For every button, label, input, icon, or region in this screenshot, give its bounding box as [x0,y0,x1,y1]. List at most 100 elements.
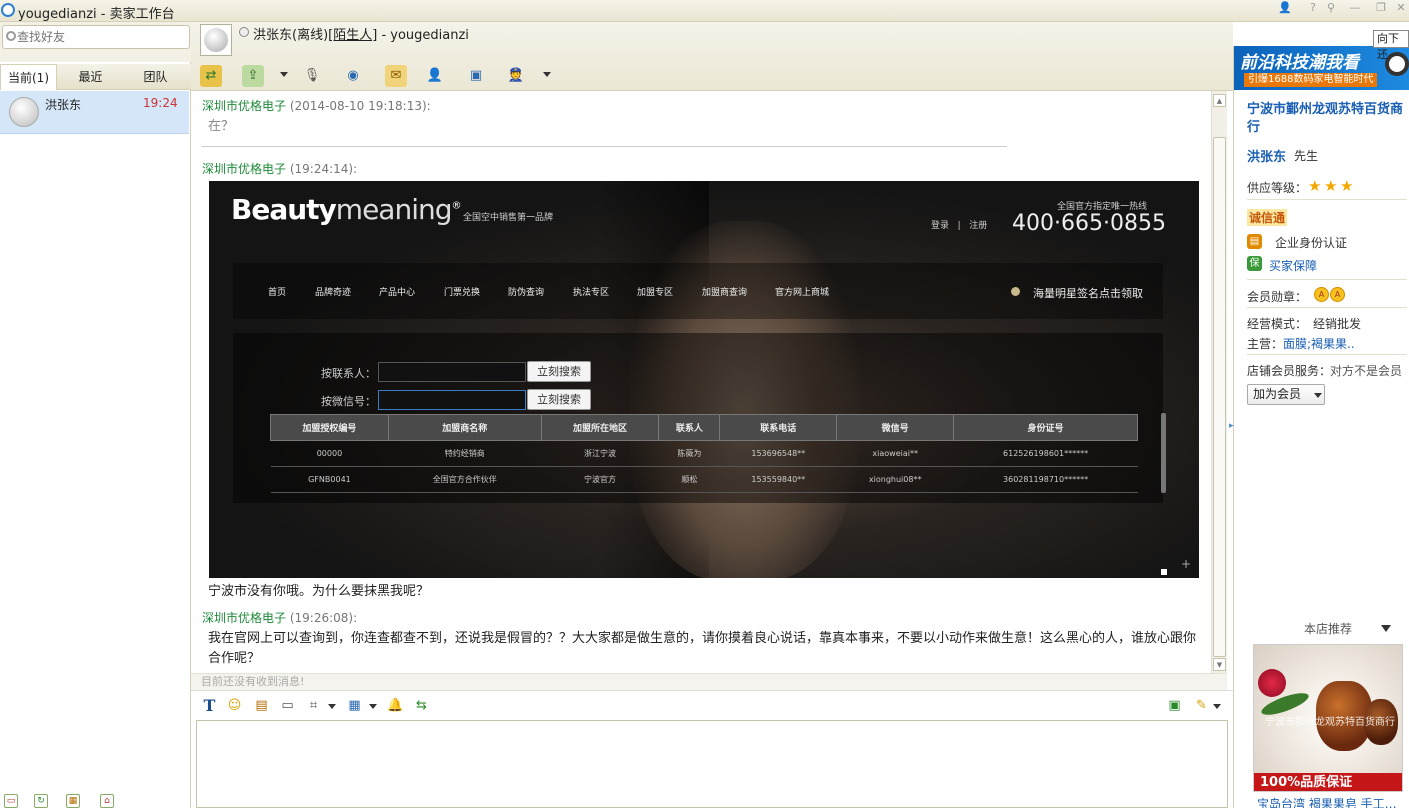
image-table-row: 00000 特约经销商 浙江宁波 陈薇为 153696548** xiaowei… [270,440,1138,467]
file-icon[interactable]: ⇪ [242,65,264,87]
search-icon [6,31,16,41]
service-icon[interactable]: 👮 [505,65,527,87]
scrollbar-thumb[interactable] [1213,137,1226,657]
refresh-icon[interactable]: ↻ [34,794,48,808]
more-menu-caret-icon[interactable] [543,72,551,77]
message-header: 深圳市优格电子 (19:24:14): [202,160,357,177]
user-icon[interactable]: 👤 [1274,0,1296,18]
image-table-cell: 00000 [270,440,389,467]
scroll-down-icon[interactable]: ▼ [1213,658,1226,671]
emoji-icon[interactable]: ☺ [226,697,243,714]
image-corner [1161,569,1167,575]
image-contact-input [378,362,526,382]
image-nav-item: 防伪查询 [508,288,545,298]
calendar-icon[interactable]: ▦ [346,697,363,714]
star-icon: ★ [1308,177,1322,195]
avatar[interactable] [200,24,232,56]
avatar [9,97,39,127]
chevron-down-icon[interactable] [1381,625,1391,632]
screenshot-caret-icon[interactable] [328,704,336,709]
enterprise-auth-text[interactable]: 企业身份认证 [1275,234,1347,251]
scroll-up-icon[interactable]: ▲ [1213,94,1226,107]
buyer-protect-link[interactable]: 买家保障 [1269,257,1317,274]
tab-current[interactable]: 当前(1) [0,64,57,90]
medal-icon[interactable]: A [1314,287,1329,302]
screenshot-icon[interactable]: ⌗ [305,697,322,714]
contact-time: 19:24 [143,96,178,110]
divider [1247,199,1407,200]
buyer-protect-icon: 保 [1247,256,1262,271]
message-sender[interactable]: 深圳市优格电子 [202,611,286,625]
zoom-in-icon[interactable]: + [1181,557,1191,571]
image-promo: 海量明星签名点击领取 [1033,287,1143,300]
recommend-product-image[interactable]: 宁波市鄞州龙观苏特百货商行 100%品质保证 [1253,644,1403,792]
image-table-col: 联系人 [658,414,721,441]
image-watermark: 宁波市鄞州龙观苏特百货商行 [1265,717,1395,728]
image-table-col: 身份证号 [953,414,1138,441]
file-menu-caret-icon[interactable] [280,72,288,77]
search-box[interactable] [2,25,190,49]
shop-icon[interactable]: ⌂ [100,794,114,808]
message-image[interactable]: Beautymeaning® 全国空中销售第一品牌 全国官方指定唯一热线 登录 … [209,181,1199,578]
message-sender[interactable]: 深圳市优格电子 [202,99,286,113]
medal-icon[interactable]: A [1330,287,1345,302]
mail-icon[interactable]: ✉ [385,65,407,87]
tab-team[interactable]: 团队 [127,64,184,90]
chevron-down-icon [1314,393,1322,398]
pin-icon[interactable]: ⚲ [1320,0,1342,18]
tab-recent[interactable]: 最近 [62,64,119,90]
tool-icon[interactable]: ▭ [4,794,18,808]
message-input[interactable] [197,721,1227,807]
message-list[interactable]: 深圳市优格电子 (2014-08-10 19:18:13): 在？ 深圳市优格电… [191,91,1211,674]
join-member-button[interactable]: 加为会员 [1247,384,1325,405]
person-name-link[interactable]: 洪张东 [1247,146,1286,165]
image-promo-dot-icon [1011,287,1020,296]
peer-tag[interactable]: [陌生人] [328,28,377,43]
divider [1247,354,1407,355]
swap-icon[interactable]: ⇆ [413,697,430,714]
recommend-product-link[interactable]: 宝岛台湾 褐果果皂 手工… [1257,795,1407,808]
supply-level-label: 供应等级： [1247,181,1308,195]
add-contact-icon[interactable]: 👤 [424,65,446,87]
image-login-links: 登录 | 注册 [931,218,987,231]
settings-caret-icon[interactable] [1213,704,1221,709]
picture-icon[interactable]: ▤ [253,697,270,714]
image-table-cell: 陈薇为 [658,440,720,467]
image-table-col: 加盟授权编号 [270,414,389,441]
message-sender[interactable]: 深圳市优格电子 [202,162,286,176]
font-icon[interactable]: T [201,697,218,714]
minimize-icon[interactable]: — [1344,0,1366,18]
image-wechat-label: 按微信号： [321,395,376,408]
collapse-icon[interactable]: ▸ [1229,421,1234,431]
history-icon[interactable]: ▣ [1166,697,1183,714]
image-table-cell: 153696548** [719,440,837,467]
offline-status-icon [239,27,249,37]
message-time: (2014-08-10 19:18:13): [289,99,431,113]
search-input[interactable] [17,29,177,45]
image-nav-item: 加盟专区 [637,288,674,298]
shop-name-link[interactable]: 宁波市鄞州龙观苏特百货商行 [1247,101,1407,137]
chat-toolbar: ⇄ ⇪ 🎙 ◉ ✉ 👤 ▣ 👮 [191,62,1233,90]
bell-icon[interactable]: 🔔 [387,697,404,714]
transfer-icon[interactable]: ⇄ [200,65,222,87]
chengxintong-badge[interactable]: 诚信通 [1247,209,1288,226]
camera-icon[interactable]: ◉ [342,65,364,87]
main-products-link[interactable]: 面膜;褐果果.. [1283,335,1355,352]
banner-subtitle: 引爆1688数码家电智能时代 [1244,73,1378,87]
close-icon[interactable]: ✕ [1390,0,1409,18]
banner-title: 前沿科技潮我看 [1240,53,1359,73]
screen-share-icon[interactable]: ▣ [465,65,487,87]
image-brand-light: meaning [335,193,453,226]
image-icon[interactable]: ▭ [279,697,296,714]
message-settings-icon[interactable]: ✎ [1193,697,1210,714]
contact-item[interactable]: 洪张东 19:24 [0,91,189,134]
peer-title: 洪张东(离线)[陌生人] - yougedianzi [253,24,469,43]
message-scrollbar[interactable]: ▲ ▼ [1211,91,1227,674]
supply-icon[interactable]: ▦ [66,794,80,808]
restore-icon[interactable]: ❐ [1370,0,1392,18]
microphone-icon[interactable]: 🎙 [301,65,323,87]
calendar-caret-icon[interactable] [369,704,377,709]
image-nav-item: 品牌奇迹 [315,288,352,298]
person-title: 先生 [1294,149,1319,163]
rose-decoration [1258,669,1286,697]
